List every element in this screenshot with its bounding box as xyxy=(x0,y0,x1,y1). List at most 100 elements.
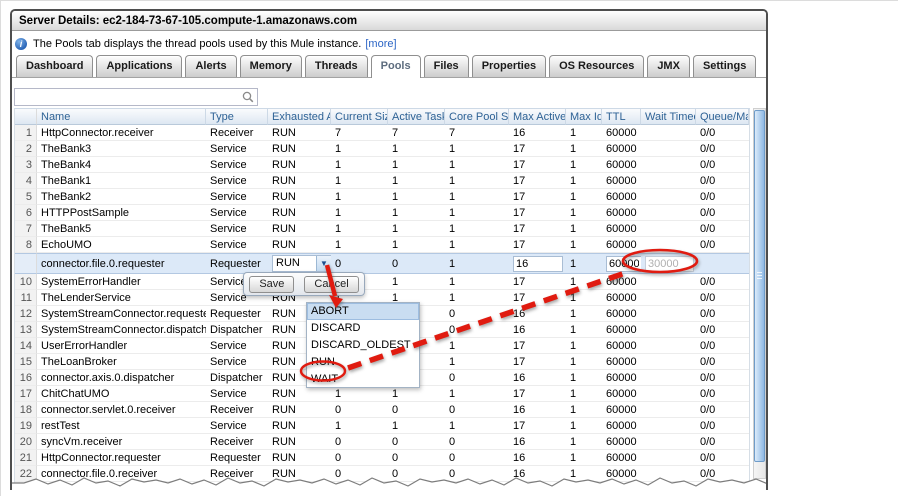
tab-files[interactable]: Files xyxy=(424,55,469,77)
tab-os-resources[interactable]: OS Resources xyxy=(549,55,644,77)
cell-exhausted-action: RUN xyxy=(268,386,331,402)
table-row[interactable]: 8EchoUMOServiceRUN111171600000/0 xyxy=(15,237,749,253)
exhausted-action-dropdown: ABORTDISCARDDISCARD_OLDESTRUNWAIT xyxy=(306,302,420,388)
table-row[interactable]: 23syncVm.dispatcherDispatcherRUN00016160… xyxy=(15,482,749,490)
cell-name: HttpConnector.requester xyxy=(37,450,206,466)
cancel-button[interactable]: Cancel xyxy=(304,276,358,293)
table-row[interactable]: 3TheBank4ServiceRUN111171600000/0 xyxy=(15,157,749,173)
cell-core-pool-size: 1 xyxy=(445,189,509,205)
dropdown-option-wait[interactable]: WAIT xyxy=(307,371,419,388)
cell-ttl: 60000 xyxy=(602,386,641,402)
column-header-active-tasks[interactable]: Active Tasks xyxy=(388,109,445,125)
tab-dashboard[interactable]: Dashboard xyxy=(16,55,93,77)
tab-pools[interactable]: Pools xyxy=(371,55,421,78)
table-row[interactable]: 6HTTPPostSampleServiceRUN111171600000/0 xyxy=(15,205,749,221)
vertical-scrollbar[interactable] xyxy=(753,108,766,479)
column-header-wait-timeout[interactable]: Wait Timeout xyxy=(641,109,696,125)
cell-name: restTest xyxy=(37,418,206,434)
exhausted-action-select[interactable]: RUN▼ xyxy=(272,255,331,272)
cell-ttl: 60000 xyxy=(602,173,641,189)
scrollbar-thumb[interactable] xyxy=(754,110,765,462)
table-row[interactable]: 18connector.servlet.0.receiverReceiverRU… xyxy=(15,402,749,418)
cell-core-pool-size: 1 xyxy=(445,274,509,290)
column-header-current-size[interactable]: Current Size xyxy=(331,109,388,125)
cell-name: ChitChatUMO xyxy=(37,386,206,402)
tab-properties[interactable]: Properties xyxy=(472,55,546,77)
search-icon xyxy=(241,90,255,104)
cell-max-active: 17 xyxy=(509,338,566,354)
cell-name: connector.file.0.requester xyxy=(37,253,206,274)
dropdown-option-run[interactable]: RUN xyxy=(307,354,419,371)
tab-alerts[interactable]: Alerts xyxy=(185,55,236,77)
cell-active-tasks: 0 xyxy=(388,482,445,490)
cell-core-pool-size: 1 xyxy=(445,237,509,253)
max-active-input[interactable] xyxy=(513,256,563,272)
more-link[interactable]: [more] xyxy=(365,38,396,50)
cell-core-pool-size: 1 xyxy=(445,157,509,173)
cell-max-idle: 1 xyxy=(566,434,602,450)
column-header-max-active[interactable]: Max Active xyxy=(509,109,566,125)
table-row[interactable]: 7TheBank5ServiceRUN111171600000/0 xyxy=(15,221,749,237)
chevron-down-icon[interactable]: ▼ xyxy=(316,256,331,271)
cell-queue-max: 0/0 xyxy=(696,157,749,173)
column-header-core-pool-size[interactable]: Core Pool Size xyxy=(445,109,509,125)
column-header-ttl[interactable]: TTL xyxy=(602,109,641,125)
cell-name: TheBank5 xyxy=(37,221,206,237)
exhausted-action-value: RUN xyxy=(273,256,316,271)
tab-memory[interactable]: Memory xyxy=(240,55,302,77)
tab-threads[interactable]: Threads xyxy=(305,55,368,77)
table-row[interactable]: 2TheBank3ServiceRUN111171600000/0 xyxy=(15,141,749,157)
edit-row[interactable]: connector.file.0.requesterRequesterRUN▼0… xyxy=(15,253,749,274)
cell-current-size: 1 xyxy=(331,418,388,434)
cell-type: Receiver xyxy=(206,125,268,141)
table-row[interactable]: 21HttpConnector.requesterRequesterRUN000… xyxy=(15,450,749,466)
save-button[interactable]: Save xyxy=(249,276,294,293)
cell-active-tasks: 1 xyxy=(388,386,445,402)
cell-current-size: 0 xyxy=(331,466,388,482)
cell-queue-max: 0/0 xyxy=(696,434,749,450)
column-header-exhausted-action[interactable]: Exhausted Action xyxy=(268,109,331,125)
ttl-input[interactable] xyxy=(606,256,641,272)
dropdown-option-abort[interactable]: ABORT xyxy=(307,303,419,320)
cell-name: connector.servlet.0.receiver xyxy=(37,402,206,418)
search-box xyxy=(14,88,258,106)
column-header-type[interactable]: Type xyxy=(206,109,268,125)
table-row[interactable]: 17ChitChatUMOServiceRUN111171600000/0 xyxy=(15,386,749,402)
cell-type: Service xyxy=(206,157,268,173)
wait-timeout-input[interactable] xyxy=(645,256,694,272)
tab-applications[interactable]: Applications xyxy=(96,55,182,77)
column-header-name[interactable]: Name xyxy=(37,109,206,125)
table-row[interactable]: 22connector.file.0.receiverReceiverRUN00… xyxy=(15,466,749,482)
tab-jmx[interactable]: JMX xyxy=(647,55,690,77)
cell-exhausted-action: RUN xyxy=(268,189,331,205)
cell-max-idle: 1 xyxy=(566,402,602,418)
cell-wait-timeout xyxy=(641,290,696,306)
table-row[interactable]: 19restTestServiceRUN111171600000/0 xyxy=(15,418,749,434)
cell-wait-timeout xyxy=(641,370,696,386)
table-row[interactable]: 1HttpConnector.receiverReceiverRUN777161… xyxy=(15,125,749,141)
dropdown-option-discard_oldest[interactable]: DISCARD_OLDEST xyxy=(307,337,419,354)
cell-wait-timeout xyxy=(641,338,696,354)
cell-max-active: 17 xyxy=(509,237,566,253)
cell-max-active xyxy=(509,253,566,274)
cell-type: Service xyxy=(206,141,268,157)
cell-ttl: 60000 xyxy=(602,338,641,354)
cell-ttl: 60000 xyxy=(602,141,641,157)
cell-type: Service xyxy=(206,237,268,253)
dropdown-option-discard[interactable]: DISCARD xyxy=(307,320,419,337)
cell-ttl: 60000 xyxy=(602,466,641,482)
search-input[interactable] xyxy=(15,90,241,104)
cell-ttl: 60000 xyxy=(602,306,641,322)
table-row[interactable]: 5TheBank2ServiceRUN111171600000/0 xyxy=(15,189,749,205)
column-header-max-idle[interactable]: Max Idle xyxy=(566,109,602,125)
table-row[interactable]: 4TheBank1ServiceRUN111171600000/0 xyxy=(15,173,749,189)
cell-type: Receiver xyxy=(206,434,268,450)
tab-settings[interactable]: Settings xyxy=(693,55,756,77)
table-row[interactable]: 10SystemErrorHandlerServiceRUN1111716000… xyxy=(15,274,749,290)
table-row[interactable]: 20syncVm.receiverReceiverRUN000161600000… xyxy=(15,434,749,450)
cell-type: Service xyxy=(206,189,268,205)
cell-core-pool-size: 1 xyxy=(445,338,509,354)
column-header-queue-max[interactable]: Queue/Max xyxy=(696,109,749,125)
row-number: 15 xyxy=(15,354,37,370)
cell-current-size: 0 xyxy=(331,434,388,450)
